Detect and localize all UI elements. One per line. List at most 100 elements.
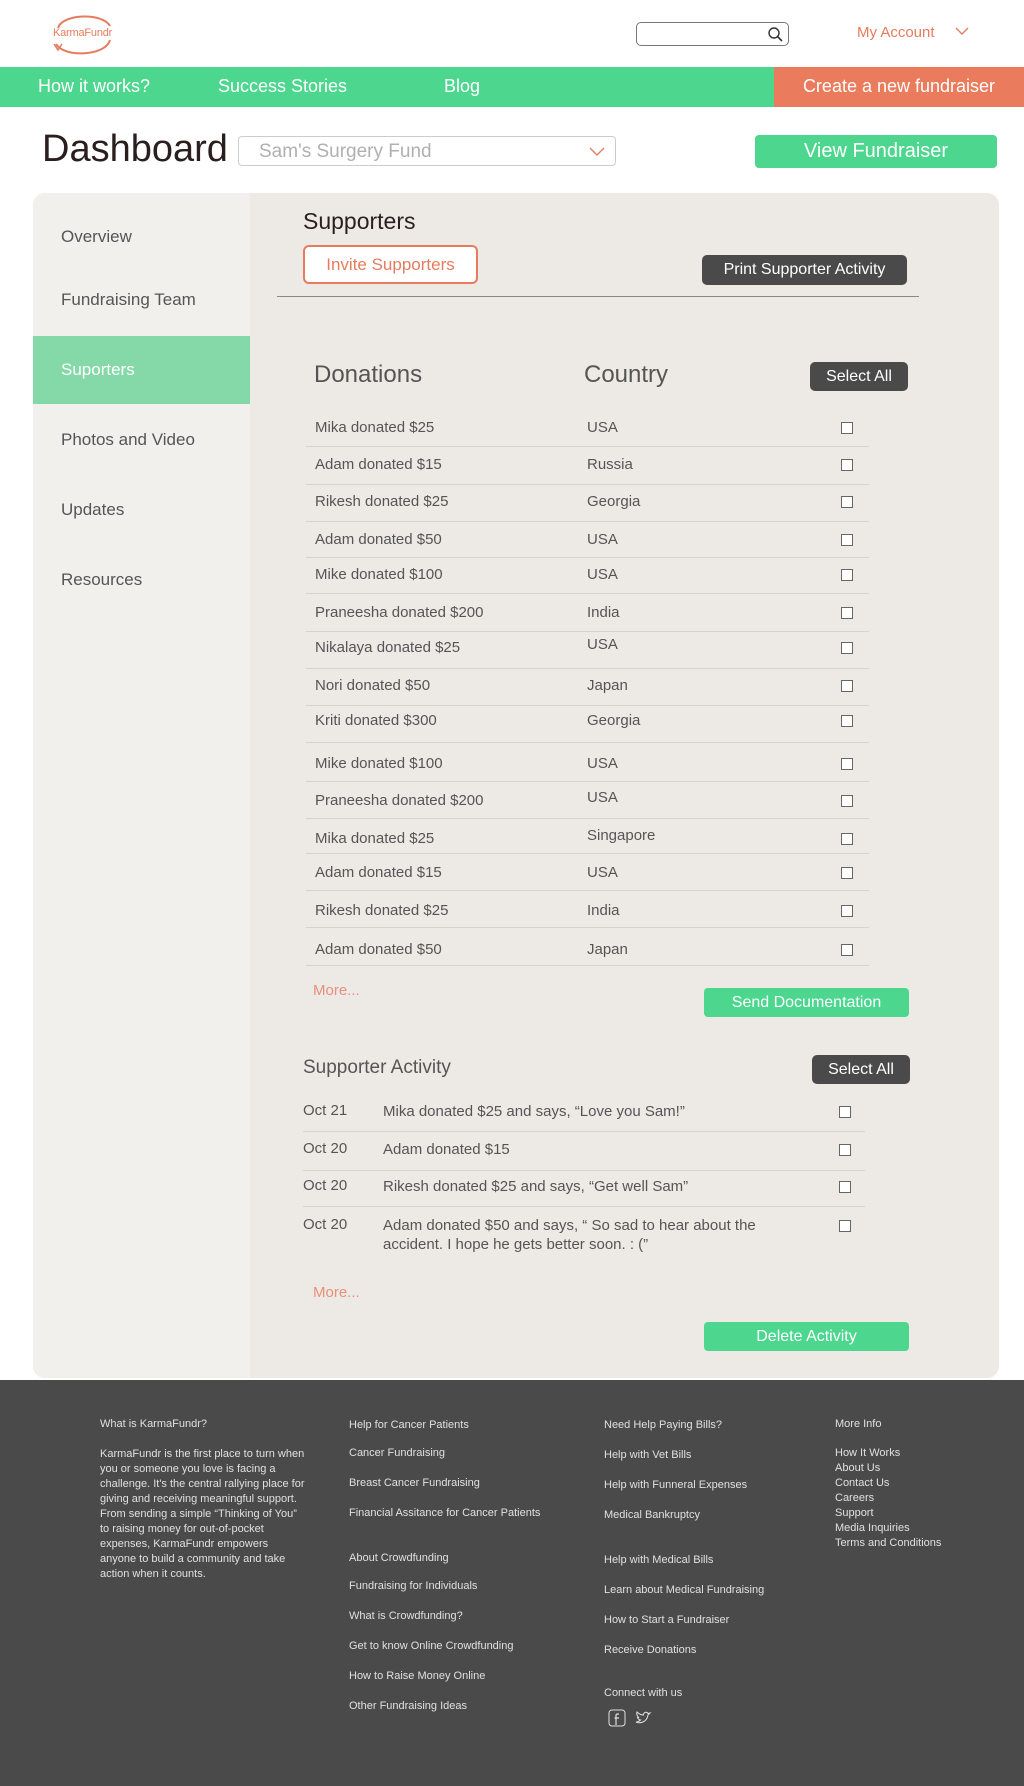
sidebar-item-photos-video[interactable]: Photos and Video [33,406,250,474]
row-divider [306,927,869,928]
footer-link[interactable]: About Crowdfunding [349,1552,449,1564]
footer-link[interactable]: Terms and Conditions [835,1537,941,1549]
row-divider [306,631,869,632]
print-activity-button[interactable]: Print Supporter Activity [702,255,907,285]
footer-link[interactable]: Contact Us [835,1477,889,1489]
donation-checkbox[interactable] [841,459,853,471]
nav-blog[interactable]: Blog [444,76,480,97]
footer-link[interactable]: What is Crowdfunding? [349,1610,463,1622]
footer-link[interactable]: Breast Cancer Fundraising [349,1477,480,1489]
footer-link[interactable]: Media Inquiries [835,1522,910,1534]
country-cell: USA [587,755,618,772]
chevron-down-icon[interactable] [955,26,969,36]
donation-cell: Kriti donated $300 [315,712,437,729]
donation-checkbox[interactable] [841,833,853,845]
footer-link[interactable]: Medical Bankruptcy [604,1509,700,1521]
select-all-donations-button[interactable]: Select All [810,362,908,391]
nav-success-stories[interactable]: Success Stories [218,76,347,97]
donation-cell: Praneesha donated $200 [315,792,484,809]
country-cell: USA [587,531,618,548]
donation-cell: Praneesha donated $200 [315,604,484,621]
donation-checkbox[interactable] [841,642,853,654]
view-fundraiser-button[interactable]: View Fundraiser [755,135,997,168]
footer-link[interactable]: How to Raise Money Online [349,1670,485,1682]
search-icon[interactable] [767,26,783,42]
activity-checkbox[interactable] [839,1144,851,1156]
activity-checkbox[interactable] [839,1220,851,1232]
sidebar-item-updates[interactable]: Updates [33,476,250,544]
row-divider [306,781,869,782]
footer-link[interactable]: Support [835,1507,874,1519]
footer-link[interactable]: Other Fundraising Ideas [349,1700,467,1712]
donation-checkbox[interactable] [841,496,853,508]
donation-cell: Nori donated $50 [315,677,431,694]
donation-checkbox[interactable] [841,867,853,879]
sidebar-item-overview[interactable]: Overview [33,203,250,271]
supporter-activity-title: Supporter Activity [303,1057,451,1078]
footer-link[interactable]: Fundraising for Individuals [349,1580,477,1592]
donation-checkbox[interactable] [841,422,853,434]
donation-checkbox[interactable] [841,758,853,770]
send-documentation-button[interactable]: Send Documentation [704,988,909,1017]
donation-cell: Mike donated $100 [315,755,443,772]
row-divider [306,484,869,485]
donation-checkbox[interactable] [841,569,853,581]
footer-link[interactable]: Need Help Paying Bills? [604,1419,722,1431]
nav-how-it-works[interactable]: How it works? [38,76,150,97]
country-cell: India [587,604,620,621]
sidebar-item-resources[interactable]: Resources [33,546,250,614]
footer-link[interactable]: Help for Cancer Patients [349,1419,469,1431]
chevron-down-icon [589,147,605,156]
footer-link[interactable]: How It Works [835,1447,900,1459]
footer-link[interactable]: How to Start a Fundraiser [604,1614,729,1626]
footer-about-text: KarmaFundr is the first place to turn wh… [100,1448,305,1580]
activity-text: Rikesh donated $25 and says, “Get well S… [383,1178,689,1195]
search-input[interactable] [636,22,789,46]
fundraiser-select-value: Sam's Surgery Fund [259,141,432,162]
footer-link[interactable]: Get to know Online Crowdfunding [349,1640,513,1652]
footer-link[interactable]: Cancer Fundraising [349,1447,445,1459]
footer-link[interactable]: Help with Funneral Expenses [604,1479,747,1491]
row-divider [306,853,869,854]
row-divider [306,742,869,743]
country-cell: Singapore [587,827,656,844]
footer-link[interactable]: Help with Vet Bills [604,1449,691,1461]
sidebar-item-supporters[interactable]: Suporters [33,336,250,404]
select-all-activity-button[interactable]: Select All [812,1055,910,1084]
activity-checkbox[interactable] [839,1181,851,1193]
donation-checkbox[interactable] [841,944,853,956]
footer-link[interactable]: Help with Medical Bills [604,1554,713,1566]
my-account-link[interactable]: My Account [857,24,935,41]
donation-checkbox[interactable] [841,715,853,727]
twitter-icon[interactable] [634,1709,652,1727]
footer-link[interactable]: Receive Donations [604,1644,696,1656]
activity-more-link[interactable]: More... [313,1284,360,1301]
facebook-icon[interactable] [608,1709,626,1727]
donation-checkbox[interactable] [841,680,853,692]
karmafundr-logo[interactable]: KarmaFundr [50,10,116,60]
country-cell: India [587,902,620,919]
footer-link[interactable]: Careers [835,1492,874,1504]
activity-checkbox[interactable] [839,1106,851,1118]
supporters-title: Supporters [303,208,416,234]
donation-cell: Mike donated $100 [315,566,443,583]
donation-checkbox[interactable] [841,607,853,619]
invite-supporters-button[interactable]: Invite Supporters [303,245,478,284]
activity-date: Oct 21 [303,1102,348,1119]
donation-checkbox[interactable] [841,795,853,807]
donation-checkbox[interactable] [841,905,853,917]
donations-more-link[interactable]: More... [313,982,360,999]
footer-link[interactable]: Financial Assitance for Cancer Patients [349,1507,540,1519]
delete-activity-button[interactable]: Delete Activity [704,1322,909,1351]
country-cell: Japan [587,677,628,694]
create-fundraiser-button[interactable]: Create a new fundraiser [774,67,1024,107]
country-cell: Georgia [587,493,641,510]
sidebar-item-fundraising-team[interactable]: Fundraising Team [33,266,250,334]
country-cell: USA [587,789,618,806]
footer-link[interactable]: Learn about Medical Fundraising [604,1584,764,1596]
footer-link[interactable]: About Us [835,1462,880,1474]
fundraiser-select[interactable]: Sam's Surgery Fund [238,136,616,166]
donation-cell: Adam donated $15 [315,456,442,473]
donation-checkbox[interactable] [841,534,853,546]
country-cell: Japan [587,941,628,958]
